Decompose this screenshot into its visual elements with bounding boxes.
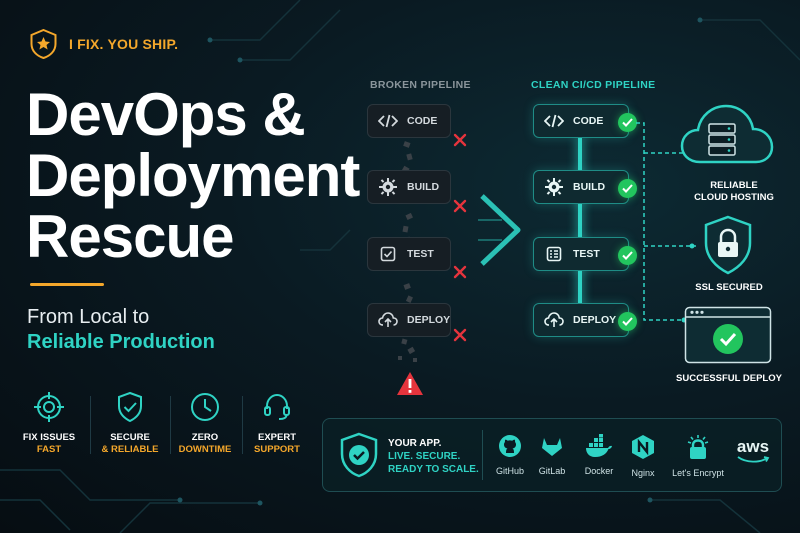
code-icon (544, 112, 564, 130)
tool-label: GitLab (538, 466, 566, 476)
feature-line-1: ZERO (191, 432, 219, 443)
feature-line-1: EXPERT (257, 432, 296, 443)
x-icon (453, 265, 467, 279)
lets-encrypt-icon (687, 435, 709, 459)
x-icon (453, 133, 467, 147)
docker-icon (586, 434, 612, 457)
feature-secure: SECURE & RELIABLE (91, 390, 169, 456)
subtitle-line-2: Reliable Production (27, 331, 215, 353)
step-label: BUILD (573, 181, 606, 193)
output-cloud-hosting: RELIABLE CLOUD HOSTING (672, 180, 796, 204)
shield-check-icon (340, 432, 378, 478)
aws-smile-icon (737, 456, 770, 463)
warning-icon (397, 372, 423, 395)
check-icon (618, 312, 637, 331)
cloud-upload-icon (378, 311, 398, 329)
title-line-3: Rescue (26, 203, 234, 270)
tool-aws: aws (728, 438, 778, 464)
feature-line-1: SECURE (110, 432, 150, 443)
page-title: DevOps & Deployment Rescue (26, 81, 360, 270)
feature-line-1: FIX ISSUES (22, 432, 76, 443)
step-label: CODE (407, 115, 438, 127)
output-ssl: SSL SECURED (695, 282, 763, 293)
step-label: BUILD (407, 181, 440, 193)
step-label: DEPLOY (573, 314, 617, 326)
clean-step-build[interactable]: BUILD (533, 170, 629, 204)
x-icon (453, 199, 467, 213)
cloud-upload-icon (544, 311, 564, 329)
step-label: DEPLOY (407, 314, 451, 326)
headset-icon (264, 393, 290, 420)
tool-gitlab: GitLab (527, 434, 577, 476)
brand-header: I FIX. YOU SHIP. (30, 29, 178, 59)
feature-line-2: DOWNTIME (178, 444, 232, 455)
checklist-icon (544, 245, 564, 263)
feature-fix-issues: FIX ISSUES FAST (10, 390, 88, 456)
tool-docker: Docker (574, 434, 624, 476)
nginx-icon (632, 435, 654, 459)
star-shield-icon (30, 29, 57, 59)
clock-icon (191, 393, 219, 421)
gitlab-icon (542, 438, 562, 456)
banner-line-2: LIVE. SECURE. (388, 451, 461, 462)
banner-message: YOUR APP. LIVE. SECURE. READY TO SCALE. (388, 437, 479, 476)
target-icon (34, 392, 64, 422)
gear-icon (378, 178, 398, 196)
feature-expert-support: EXPERT SUPPORT (238, 390, 316, 456)
tool-label: Docker (584, 466, 614, 476)
gear-icon (544, 178, 564, 196)
banner-divider (482, 430, 483, 480)
browser-check-icon (684, 306, 772, 364)
cloud-server-icon (680, 104, 774, 164)
output-label-line-1: RELIABLE (710, 180, 758, 191)
output-successful-deploy: SUCCESSFUL DEPLOY (676, 373, 782, 384)
check-icon (618, 179, 637, 198)
feature-zero-downtime: ZERO DOWNTIME (166, 390, 244, 456)
step-label: CODE (573, 115, 604, 127)
feature-line-2: & RELIABLE (101, 444, 159, 455)
clean-step-deploy[interactable]: DEPLOY (533, 303, 629, 337)
banner-line-3: READY TO SCALE. (388, 464, 479, 475)
broken-step-build[interactable]: BUILD (367, 170, 451, 204)
broken-step-deploy[interactable]: DEPLOY (367, 303, 451, 337)
shield-check-icon (118, 391, 142, 423)
clean-pipeline-title: CLEAN CI/CD PIPELINE (531, 79, 656, 91)
title-line-1: DevOps & (26, 81, 306, 148)
clean-step-code[interactable]: CODE (533, 104, 629, 138)
feature-list: FIX ISSUES FAST SECURE & RELIABLE ZERO D… (0, 390, 320, 470)
pipeline-connector (578, 136, 582, 308)
broken-pipeline-title: BROKEN PIPELINE (370, 79, 471, 91)
tool-nginx: Nginx (618, 434, 668, 478)
aws-icon: aws (736, 437, 770, 456)
feature-line-2: FAST (36, 444, 62, 455)
output-label-line-2: CLOUD HOSTING (694, 192, 774, 203)
checklist-icon (378, 245, 398, 263)
brand-tagline: I FIX. YOU SHIP. (69, 36, 179, 52)
lock-shield-icon (704, 215, 752, 275)
step-label: TEST (407, 248, 434, 260)
tool-label: Let's Encrypt (672, 468, 724, 478)
code-icon (378, 112, 398, 130)
title-line-2: Deployment (26, 142, 360, 209)
clean-step-test[interactable]: TEST (533, 237, 629, 271)
subtitle-line-1: From Local to (27, 306, 150, 328)
check-icon (618, 113, 637, 132)
tool-lets-encrypt: Let's Encrypt (672, 434, 724, 478)
broken-step-test[interactable]: TEST (367, 237, 451, 271)
banner-line-1: YOUR APP. (388, 438, 442, 449)
check-icon (618, 246, 637, 265)
x-icon (453, 328, 467, 342)
broken-step-code[interactable]: CODE (367, 104, 451, 138)
tool-label: Nginx (631, 468, 655, 478)
github-icon (499, 435, 521, 457)
feature-line-2: SUPPORT (254, 444, 300, 455)
step-label: TEST (573, 248, 600, 260)
chevron-right-icon (478, 194, 521, 266)
accent-divider (30, 283, 104, 286)
